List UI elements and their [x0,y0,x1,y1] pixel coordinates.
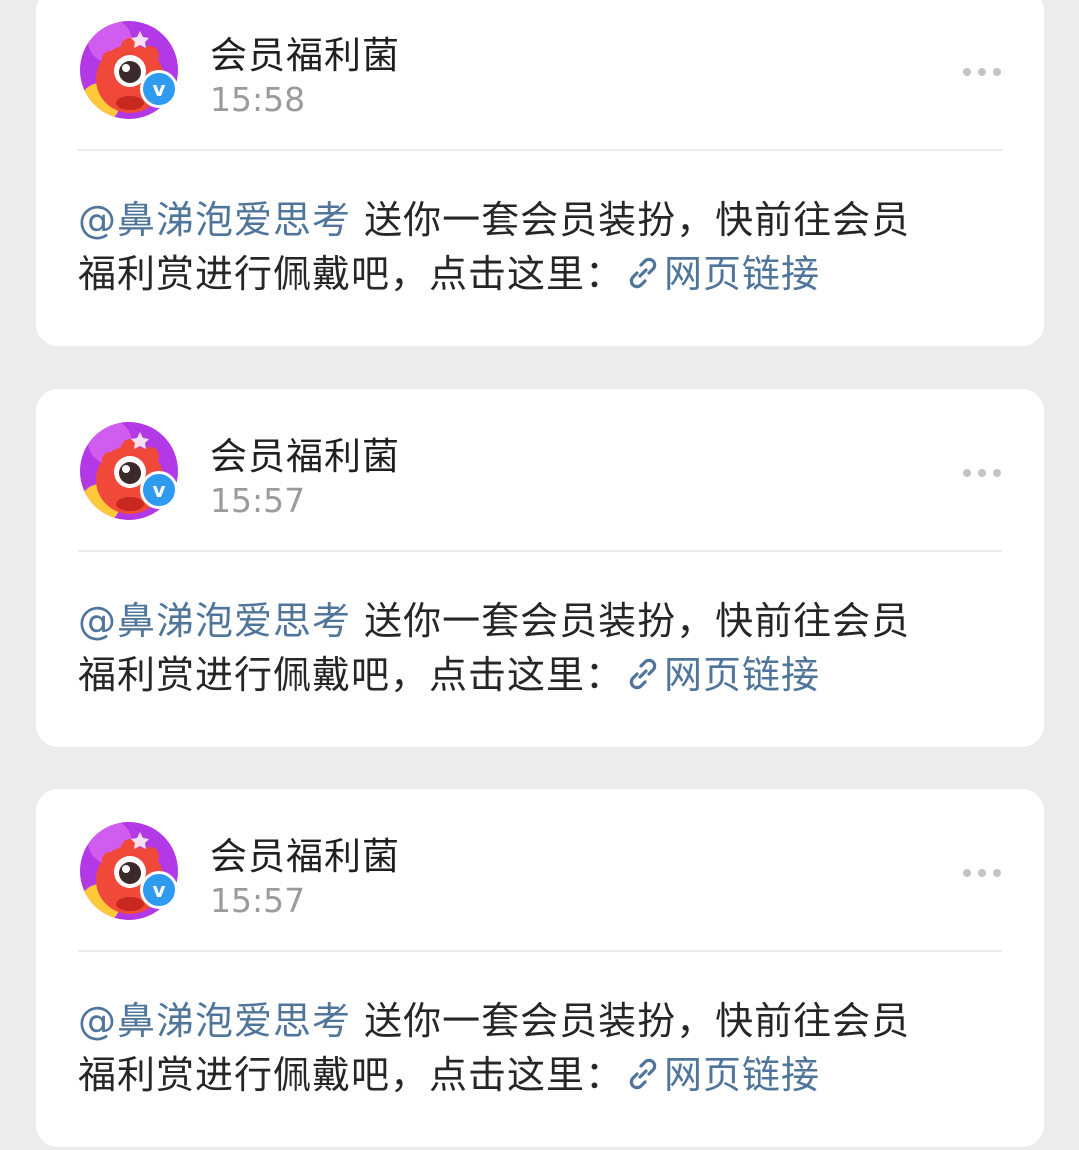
message-card: v 会员福利菌 15:58 @鼻涕泡爱思考 送你一套会员装扮，快前往会员福利赏进… [36,0,1044,346]
divider [78,149,1002,151]
more-options-icon[interactable] [962,461,1002,485]
message-text-line1: 送你一套会员装扮，快前往会员 [351,999,911,1043]
message-text-line1: 送你一套会员装扮，快前往会员 [351,198,911,242]
message-text-line2: 福利赏进行佩戴吧，点击这里： [78,653,625,697]
web-link-label: 网页链接 [664,252,821,296]
post-time: 15:57 [210,481,306,520]
web-link-label: 网页链接 [664,653,821,697]
message-card: v 会员福利菌 15:57 @鼻涕泡爱思考 送你一套会员装扮，快前往会员福利赏进… [36,789,1044,1147]
web-link[interactable]: 网页链接 [624,1053,820,1097]
author-name[interactable]: 会员福利菌 [210,826,400,880]
link-chain-icon [629,658,657,690]
verified-badge-icon: v [140,871,178,909]
more-options-icon[interactable] [962,861,1002,885]
message-text-line1: 送你一套会员装扮，快前往会员 [351,599,911,643]
post-time: 15:58 [210,80,306,119]
more-options-icon[interactable] [962,60,1002,84]
author-name[interactable]: 会员福利菌 [210,25,400,79]
message-text-line2: 福利赏进行佩戴吧，点击这里： [78,252,625,296]
author-name[interactable]: 会员福利菌 [210,426,400,480]
link-chain-icon [629,257,657,289]
message-body: @鼻涕泡爱思考 送你一套会员装扮，快前往会员福利赏进行佩戴吧，点击这里： 网页链接 [78,193,978,301]
mention-link[interactable]: @鼻涕泡爱思考 [78,198,351,242]
verified-badge-icon: v [140,471,178,509]
mention-link[interactable]: @鼻涕泡爱思考 [78,999,351,1043]
message-text-line2: 福利赏进行佩戴吧，点击这里： [78,1053,625,1097]
divider [78,550,1002,552]
post-time: 15:57 [210,881,306,920]
web-link[interactable]: 网页链接 [624,653,820,697]
message-card: v 会员福利菌 15:57 @鼻涕泡爱思考 送你一套会员装扮，快前往会员福利赏进… [36,389,1044,747]
message-body: @鼻涕泡爱思考 送你一套会员装扮，快前往会员福利赏进行佩戴吧，点击这里： 网页链接 [78,994,978,1102]
divider [78,950,1002,952]
link-chain-icon [629,1058,657,1090]
message-feed: v 会员福利菌 15:58 @鼻涕泡爱思考 送你一套会员装扮，快前往会员福利赏进… [0,0,1079,1150]
verified-badge-icon: v [140,70,178,108]
mention-link[interactable]: @鼻涕泡爱思考 [78,599,351,643]
web-link-label: 网页链接 [664,1053,821,1097]
web-link[interactable]: 网页链接 [624,252,820,296]
message-body: @鼻涕泡爱思考 送你一套会员装扮，快前往会员福利赏进行佩戴吧，点击这里： 网页链接 [78,594,978,702]
